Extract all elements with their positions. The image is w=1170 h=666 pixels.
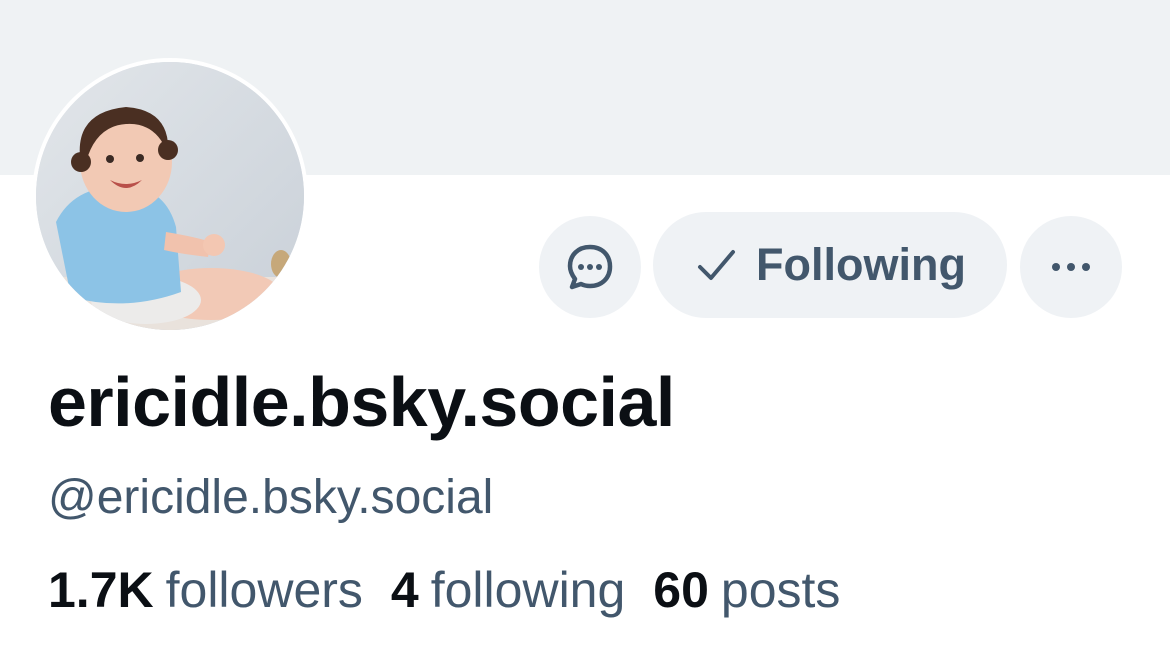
message-button[interactable] [539, 216, 641, 318]
following-button-label: Following [756, 239, 966, 290]
followers-count: 1.7K [48, 562, 154, 618]
check-icon [694, 243, 738, 287]
more-options-button[interactable] [1020, 216, 1122, 318]
following-count: 4 [390, 562, 419, 618]
display-name: ericidle.bsky.social [48, 363, 675, 441]
followers-link[interactable]: 1.7K followers [48, 561, 363, 619]
profile-handle: @ericidle.bsky.social [48, 471, 494, 524]
profile-page: Following ericidle.bsky.social @ericidle… [0, 0, 1170, 666]
following-label: following [430, 562, 626, 618]
profile-stats: 1.7K followers 4 following 60 posts [48, 561, 868, 619]
posts-count: 60 [653, 562, 709, 618]
profile-actions: Following [0, 212, 1170, 318]
posts-label: posts [720, 562, 841, 618]
following-button[interactable]: Following [653, 212, 1007, 318]
posts-stat: 60 posts [653, 561, 840, 619]
followers-label: followers [165, 562, 363, 618]
ellipsis-icon [1052, 263, 1090, 271]
following-link[interactable]: 4 following [391, 561, 625, 619]
message-bubble-icon [567, 244, 613, 290]
